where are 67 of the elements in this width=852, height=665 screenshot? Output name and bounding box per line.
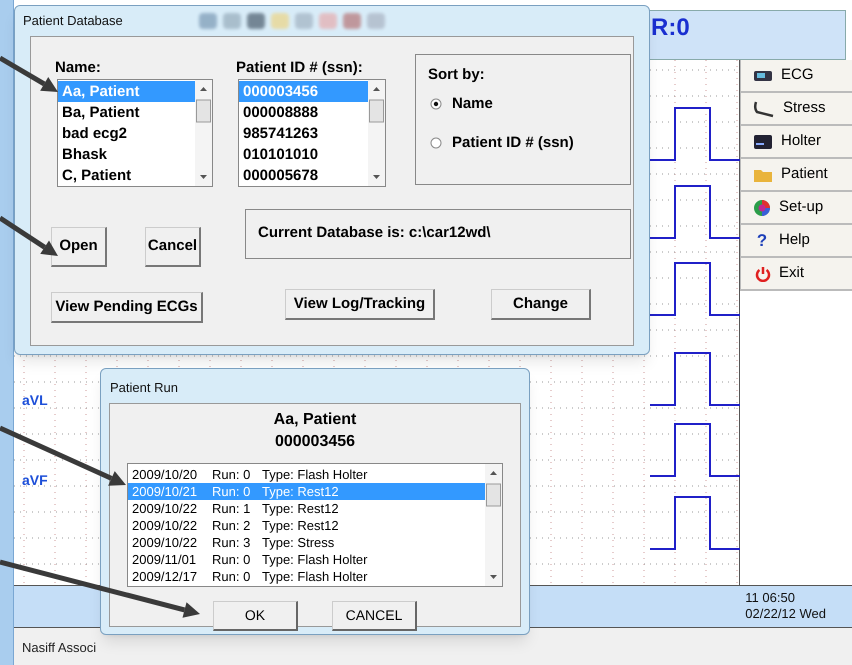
- toolbar-icon[interactable]: [222, 13, 241, 29]
- patient-name-item[interactable]: bad ecg2: [58, 123, 195, 144]
- radio-option[interactable]: Patient ID # (ssn): [430, 132, 574, 154]
- list-box[interactable]: 000003456 000008888 985741263 010101010 000005678: [238, 79, 386, 187]
- color-wheel-icon: [753, 198, 771, 216]
- field-label: Name:: [55, 58, 101, 78]
- patient-id-item[interactable]: 985741263: [239, 123, 368, 144]
- clock-date: 02/22/12 Wed: [745, 606, 826, 622]
- field-label: Patient ID # (ssn):: [236, 58, 363, 78]
- menu-button[interactable]: Stress: [740, 93, 852, 126]
- run-row[interactable]: 2009/11/01 Run: 0 Type: Flash Holter: [128, 551, 485, 568]
- monitor-icon: [753, 134, 773, 150]
- dialog-button[interactable]: Cancel: [145, 227, 201, 267]
- dialog-button[interactable]: Open: [51, 227, 107, 267]
- run-row[interactable]: 2009/10/22 Run: 3 Type: Stress: [128, 534, 485, 551]
- menu-button[interactable]: Set-up: [740, 192, 852, 225]
- company-name: Nasiff Associ: [22, 640, 96, 655]
- toolbar-icon[interactable]: [294, 13, 313, 29]
- radio-option[interactable]: Name: [430, 93, 493, 116]
- power-icon: [755, 266, 771, 282]
- group-label: Sort by:: [428, 65, 485, 85]
- patient-id-item[interactable]: 000005678: [239, 165, 368, 186]
- treadmill-icon: [753, 100, 775, 118]
- lead-label: aVF: [22, 471, 48, 490]
- toolbar-icon[interactable]: [318, 13, 337, 29]
- run-row[interactable]: 2009/10/20 Run: 0 Type: Flash Holter: [128, 466, 485, 483]
- clock-time: 11 06:50: [745, 590, 796, 606]
- toolbar-icon[interactable]: [342, 13, 361, 29]
- list-scrollbar[interactable]: [368, 80, 385, 186]
- help-icon: ?: [753, 228, 771, 254]
- run-row[interactable]: 2009/12/17 Run: 0 Type: Flash Holter: [128, 568, 485, 585]
- radio-button[interactable]: [430, 98, 442, 110]
- toolbar-icon[interactable]: [246, 13, 265, 29]
- run-list[interactable]: [127, 463, 503, 587]
- run-row[interactable]: 2009/10/22 Run: 1 Type: Rest12: [128, 500, 485, 517]
- menu-button[interactable]: Patient: [740, 159, 852, 192]
- patient-id-item[interactable]: 000008888: [239, 102, 368, 123]
- menu-button[interactable]: Exit: [740, 258, 852, 291]
- radio-button[interactable]: [430, 137, 442, 150]
- menu-button[interactable]: ? Help: [740, 225, 852, 258]
- toolbar-icon[interactable]: [198, 13, 217, 29]
- dialog-button[interactable]: Change: [491, 289, 591, 320]
- patient-name-item[interactable]: Bhask: [58, 144, 195, 165]
- list-scrollbar[interactable]: [195, 80, 212, 186]
- dialog-title: Patient Database: [23, 12, 123, 30]
- dialog-button[interactable]: CANCEL: [332, 601, 417, 631]
- dialog-title: Patient Run: [109, 379, 179, 397]
- patient-id-item[interactable]: 010101010: [239, 144, 368, 165]
- dialog-button[interactable]: OK: [213, 601, 298, 631]
- lead-label: aVL: [22, 391, 48, 410]
- run-row[interactable]: 2009/10/22 Run: 2 Type: Rest12: [128, 517, 485, 534]
- dialog-button[interactable]: View Pending ECGs: [51, 292, 203, 323]
- patient-name-item[interactable]: Ba, Patient: [58, 102, 195, 123]
- heart-rate-reading: R:0: [651, 13, 690, 43]
- dialog-button[interactable]: View Log/Tracking: [285, 289, 435, 320]
- menu-button[interactable]: Holter: [740, 126, 852, 159]
- database-path-text: Current Database is: c:\car12wd\: [258, 224, 491, 241]
- patient-name-item[interactable]: C, Patient: [58, 165, 195, 186]
- list-scrollbar[interactable]: [485, 464, 502, 586]
- menu-button[interactable]: ECG: [740, 60, 852, 93]
- pointer-arrow: [0, 216, 58, 256]
- list-box[interactable]: Aa, Patient Ba, Patient bad ecg2 Bhask C, Patient: [57, 79, 213, 187]
- device-icon: [753, 68, 773, 82]
- patient-name: Aa, Patient: [274, 410, 356, 430]
- toolbar-icon[interactable]: [366, 13, 385, 29]
- pointer-arrow: [0, 56, 58, 92]
- patient-id: 000003456: [274, 432, 356, 452]
